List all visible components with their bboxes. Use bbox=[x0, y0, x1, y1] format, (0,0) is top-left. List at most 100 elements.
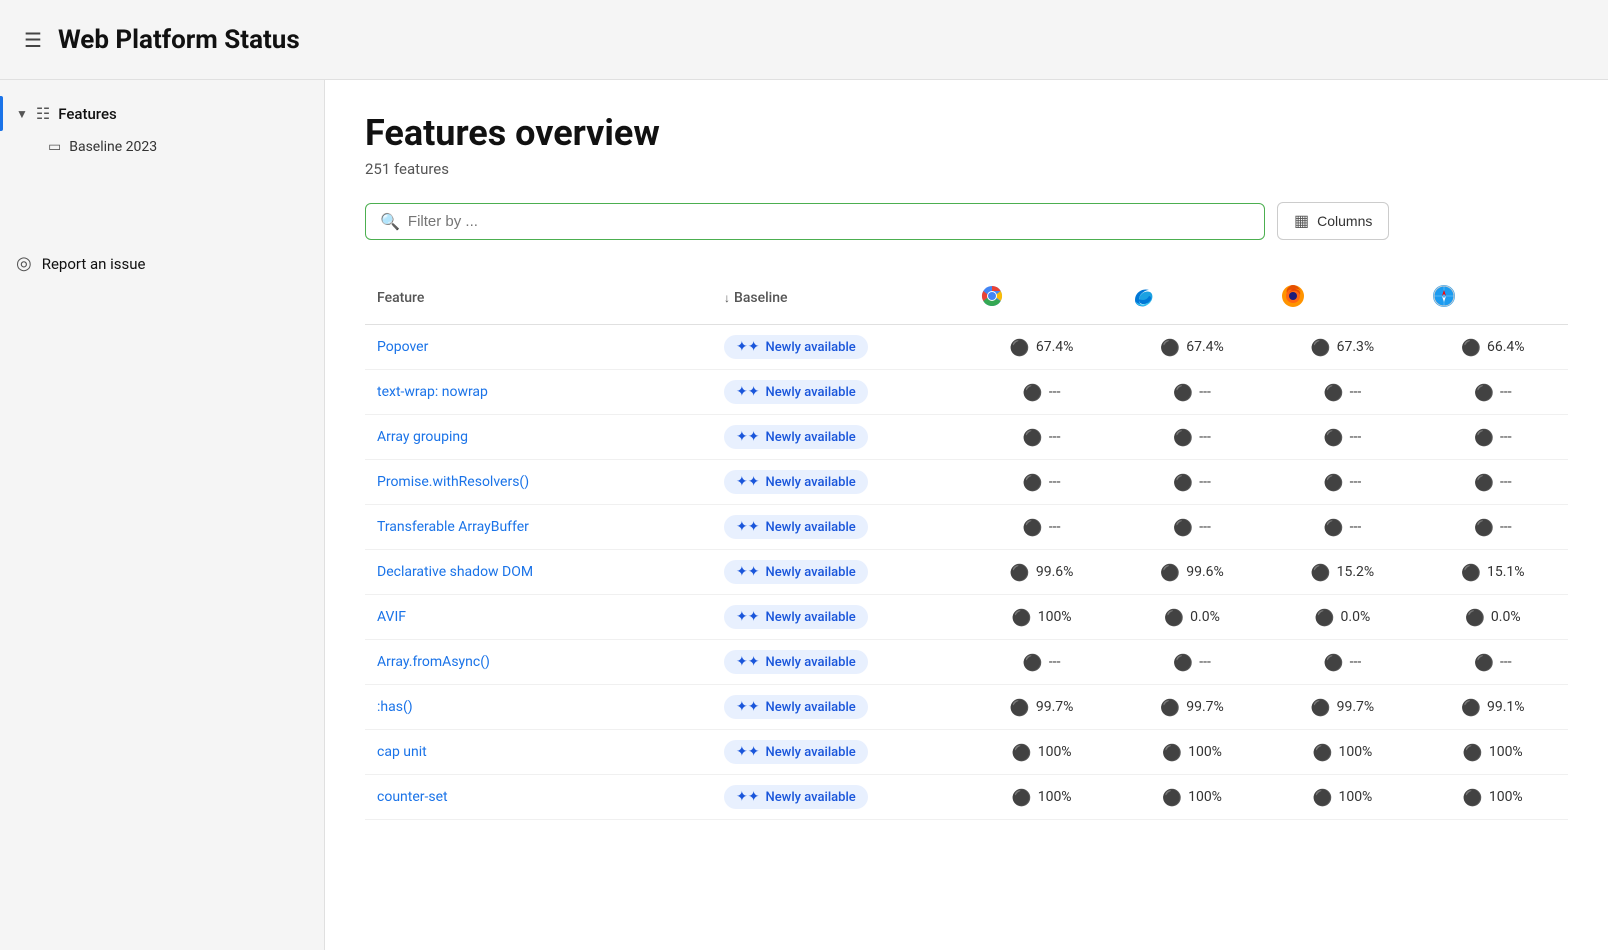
edge-cell: ⚫ 99.7% bbox=[1117, 685, 1267, 730]
safari-pct: 66.4% bbox=[1487, 339, 1525, 355]
check-icon: ⚫ bbox=[1311, 698, 1331, 717]
newly-label: Newly available bbox=[765, 655, 855, 670]
sparkle-icon: ✦✦ bbox=[736, 699, 759, 715]
chrome-pct: 99.7% bbox=[1036, 699, 1074, 715]
edge-cell: ⚫ --- bbox=[1117, 415, 1267, 460]
check-icon: ⚫ bbox=[1463, 743, 1483, 762]
edge-cell: ⚫ --- bbox=[1117, 460, 1267, 505]
feature-name[interactable]: Array grouping bbox=[365, 415, 712, 460]
sidebar-features-label: Features bbox=[58, 105, 116, 123]
filter-input[interactable] bbox=[408, 213, 1250, 230]
check-icon: ⚫ bbox=[1324, 518, 1344, 537]
newly-label: Newly available bbox=[765, 520, 855, 535]
sparkle-icon: ✦✦ bbox=[736, 519, 759, 535]
firefox-cell: ⚫ 15.2% bbox=[1267, 550, 1417, 595]
edge-pct: 99.6% bbox=[1186, 564, 1224, 580]
table-row: text-wrap: nowrap ✦✦ Newly available ⚫ -… bbox=[365, 370, 1568, 415]
check-icon: ⚫ bbox=[1012, 788, 1032, 807]
chevron-down-icon: ▼ bbox=[16, 107, 28, 121]
chrome-pct: 99.6% bbox=[1036, 564, 1074, 580]
safari-cell: ⚫ --- bbox=[1418, 370, 1568, 415]
col-safari bbox=[1418, 272, 1568, 325]
feature-name[interactable]: Declarative shadow DOM bbox=[365, 550, 712, 595]
chrome-icon bbox=[978, 282, 1006, 310]
feature-name[interactable]: Promise.withResolvers() bbox=[365, 460, 712, 505]
sidebar-item-baseline2023[interactable]: ▭ Baseline 2023 bbox=[0, 131, 324, 163]
baseline-badge: ✦✦ Newly available bbox=[712, 370, 966, 415]
safari-cell: ⚫ 100% bbox=[1418, 775, 1568, 820]
github-icon: ◎ bbox=[16, 253, 32, 274]
check-icon: ⚫ bbox=[1315, 608, 1335, 627]
col-baseline[interactable]: ↓Baseline bbox=[712, 272, 966, 325]
check-icon: ⚫ bbox=[1173, 518, 1193, 537]
edge-pct: --- bbox=[1199, 519, 1211, 535]
check-icon: ⚫ bbox=[1461, 338, 1481, 357]
edge-pct: 100% bbox=[1188, 744, 1222, 760]
feature-name[interactable]: AVIF bbox=[365, 595, 712, 640]
safari-cell: ⚫ --- bbox=[1418, 505, 1568, 550]
feature-name[interactable]: Array.fromAsync() bbox=[365, 640, 712, 685]
safari-pct: 99.1% bbox=[1487, 699, 1525, 715]
filter-input-wrap[interactable]: 🔍 bbox=[365, 203, 1265, 240]
check-icon: ⚫ bbox=[1164, 608, 1184, 627]
table-row: AVIF ✦✦ Newly available ⚫ 100% ⚫ 0.0% bbox=[365, 595, 1568, 640]
check-icon: ⚫ bbox=[1012, 743, 1032, 762]
sidebar-item-features[interactable]: ▼ ☷ Features bbox=[0, 96, 324, 131]
safari-cell: ⚫ 99.1% bbox=[1418, 685, 1568, 730]
edge-pct: 0.0% bbox=[1190, 609, 1220, 625]
safari-pct: --- bbox=[1500, 654, 1512, 670]
edge-icon bbox=[1129, 282, 1157, 310]
baseline-badge: ✦✦ Newly available bbox=[712, 775, 966, 820]
table-header-row: Feature ↓Baseline bbox=[365, 272, 1568, 325]
safari-cell: ⚫ --- bbox=[1418, 460, 1568, 505]
table-body: Popover ✦✦ Newly available ⚫ 67.4% ⚫ 67.… bbox=[365, 325, 1568, 820]
edge-cell: ⚫ 0.0% bbox=[1117, 595, 1267, 640]
col-feature[interactable]: Feature bbox=[365, 272, 712, 325]
newly-label: Newly available bbox=[765, 565, 855, 580]
chrome-cell: ⚫ --- bbox=[966, 460, 1116, 505]
active-indicator bbox=[0, 96, 3, 131]
check-icon: ⚫ bbox=[1313, 743, 1333, 762]
feature-name[interactable]: Popover bbox=[365, 325, 712, 370]
chrome-pct: --- bbox=[1049, 474, 1061, 490]
check-icon: ⚫ bbox=[1162, 788, 1182, 807]
check-icon: ⚫ bbox=[1162, 743, 1182, 762]
menu-icon[interactable]: ☰ bbox=[24, 28, 42, 52]
sparkle-icon: ✦✦ bbox=[736, 564, 759, 580]
chrome-cell: ⚫ --- bbox=[966, 505, 1116, 550]
table-row: Transferable ArrayBuffer ✦✦ Newly availa… bbox=[365, 505, 1568, 550]
check-icon: ⚫ bbox=[1474, 518, 1494, 537]
chrome-pct: 67.4% bbox=[1036, 339, 1074, 355]
sidebar: ▼ ☷ Features ▭ Baseline 2023 ◎ Report an… bbox=[0, 80, 325, 950]
sparkle-icon: ✦✦ bbox=[736, 744, 759, 760]
feature-name[interactable]: counter-set bbox=[365, 775, 712, 820]
feature-name[interactable]: text-wrap: nowrap bbox=[365, 370, 712, 415]
table-row: Declarative shadow DOM ✦✦ Newly availabl… bbox=[365, 550, 1568, 595]
check-icon: ⚫ bbox=[1012, 608, 1032, 627]
chrome-cell: ⚫ 100% bbox=[966, 730, 1116, 775]
sparkle-icon: ✦✦ bbox=[736, 609, 759, 625]
newly-label: Newly available bbox=[765, 610, 855, 625]
report-label: Report an issue bbox=[42, 255, 146, 273]
sparkle-icon: ✦✦ bbox=[736, 339, 759, 355]
newly-label: Newly available bbox=[765, 430, 855, 445]
check-icon: ⚫ bbox=[1023, 428, 1043, 447]
newly-label: Newly available bbox=[765, 385, 855, 400]
edge-pct: --- bbox=[1199, 474, 1211, 490]
check-icon: ⚫ bbox=[1023, 473, 1043, 492]
feature-name[interactable]: :has() bbox=[365, 685, 712, 730]
sidebar-report-issue[interactable]: ◎ Report an issue bbox=[0, 243, 324, 284]
feature-name[interactable]: cap unit bbox=[365, 730, 712, 775]
columns-button[interactable]: ▦ Columns bbox=[1277, 202, 1389, 240]
newly-label: Newly available bbox=[765, 700, 855, 715]
safari-cell: ⚫ 15.1% bbox=[1418, 550, 1568, 595]
col-chrome bbox=[966, 272, 1116, 325]
baseline-badge: ✦✦ Newly available bbox=[712, 460, 966, 505]
feature-name[interactable]: Transferable ArrayBuffer bbox=[365, 505, 712, 550]
check-icon: ⚫ bbox=[1173, 653, 1193, 672]
check-icon: ⚫ bbox=[1160, 563, 1180, 582]
newly-label: Newly available bbox=[765, 790, 855, 805]
chrome-pct: --- bbox=[1049, 654, 1061, 670]
chrome-pct: --- bbox=[1049, 429, 1061, 445]
app-title: Web Platform Status bbox=[58, 25, 300, 55]
